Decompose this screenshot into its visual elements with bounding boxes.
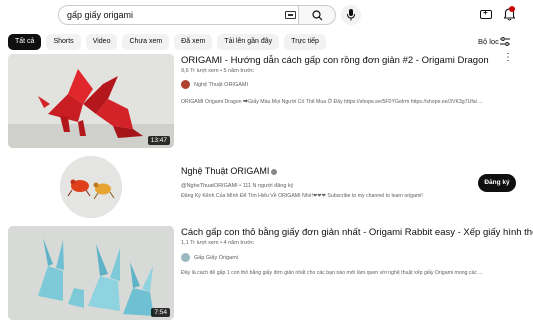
chip-recently-uploaded[interactable]: Tải lên gần đây — [217, 34, 280, 50]
verified-check-icon — [271, 168, 278, 175]
top-bar: gấp giấy origami ✕ — [0, 0, 533, 30]
video-meta: 9,6 Tr lượt xem • 5 năm trước — [181, 68, 254, 74]
video-title[interactable]: Cách gấp con thỏ bằng giấy đơn giản nhất… — [181, 227, 533, 238]
video-title[interactable]: ORIGAMI - Hướng dẫn cách gấp con rồng đơ… — [181, 55, 489, 66]
chip-shorts[interactable]: Shorts — [46, 34, 81, 50]
channel-name[interactable]: Nghệ Thuật ORIGAMI — [194, 82, 248, 88]
channel-handle-subscribers: @NgheThuatORIGAMI • 111 N người đăng ký — [181, 183, 294, 189]
video-thumbnail-dragon[interactable]: 13:47 — [8, 54, 174, 148]
search-input[interactable]: gấp giấy origami ✕ — [58, 5, 305, 25]
video-duration: 7:54 — [151, 308, 170, 317]
chip-all[interactable]: Tất cả — [8, 34, 42, 50]
search-query[interactable]: gấp giấy origami — [67, 10, 133, 20]
video-description: ORIGAMI Origami Dragon ⮕Giấy Màu Mọi Ngư… — [181, 98, 483, 105]
search-button[interactable] — [298, 5, 336, 25]
channel-title[interactable]: Nghệ Thuật ORIGAMI — [181, 166, 278, 176]
filter-chips: Tất cả Shorts Video Chưa xem Đã xem Tải … — [8, 34, 326, 50]
description-text: ORIGAMI Origami Dragon ⮕Giấy Màu Mọi Ngư… — [181, 99, 483, 105]
channel-avatar[interactable] — [181, 253, 190, 262]
notification-badge — [509, 6, 515, 12]
video-meta: 1,1 Tr lượt xem • 4 năm trước — [181, 240, 254, 246]
channel-avatar-large[interactable] — [60, 156, 122, 218]
microphone-icon — [347, 9, 355, 21]
channel-avatar[interactable] — [181, 80, 190, 89]
chip-watched[interactable]: Đã xem — [174, 34, 213, 50]
chip-video[interactable]: Video — [85, 34, 118, 50]
search-icon — [312, 10, 323, 21]
channel-name[interactable]: Gấp Giấy Origami — [194, 255, 238, 261]
subscribe-button[interactable]: Đăng ký — [478, 174, 516, 192]
video-duration: 13:47 — [147, 136, 170, 145]
more-options-icon[interactable]: ⋮ — [503, 53, 513, 63]
chip-unwatched[interactable]: Chưa xem — [122, 34, 170, 50]
dragon-origami-image — [8, 54, 174, 148]
filter-button[interactable]: Bộ lọc — [478, 37, 499, 46]
channel-description: Đăng Ký Kênh Của Mình Để Tìm Hiểu Về ORI… — [181, 193, 423, 199]
chip-live[interactable]: Trực tiếp — [284, 34, 326, 50]
video-thumbnail-rabbit[interactable]: 7:54 — [8, 226, 174, 320]
channel-title-text: Nghệ Thuật ORIGAMI — [181, 166, 270, 176]
filter-sliders-icon[interactable] — [500, 37, 510, 46]
rabbit-origami-image — [8, 226, 174, 320]
video-description: Đây là cách để gấp 1 con thỏ bằng giấy đ… — [181, 270, 483, 276]
voice-search-button[interactable] — [341, 5, 361, 25]
create-video-icon[interactable] — [480, 8, 492, 19]
origami-insects-image — [60, 156, 122, 218]
keyboard-icon[interactable] — [285, 11, 296, 19]
